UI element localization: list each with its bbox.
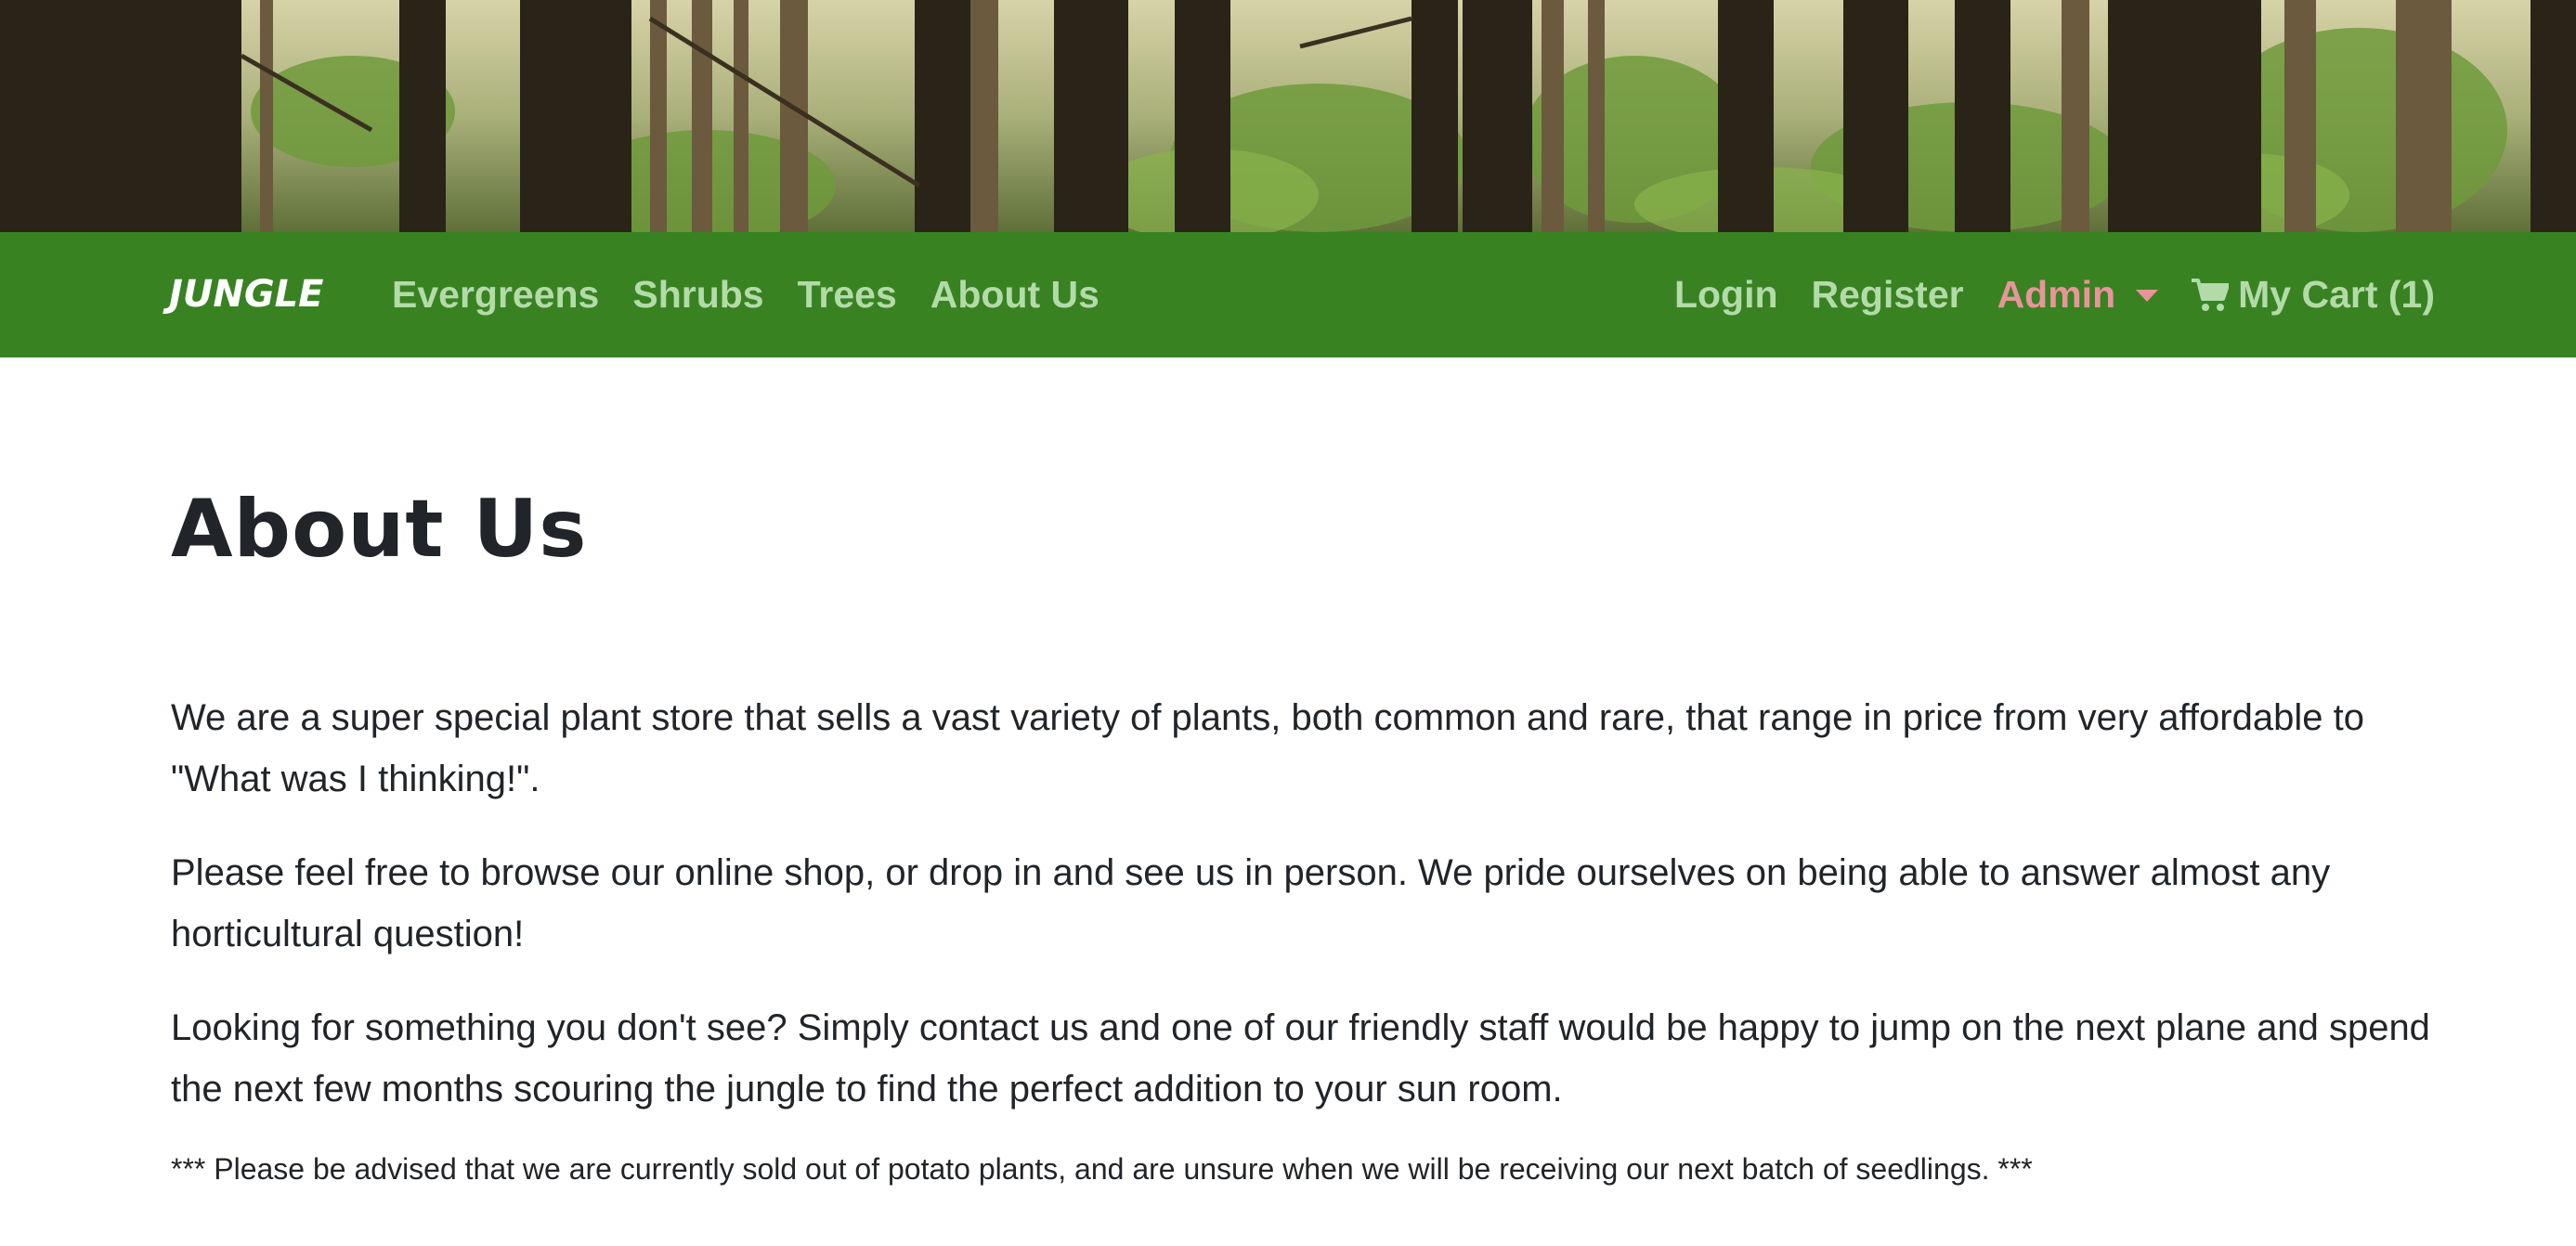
page-title: About Us bbox=[171, 483, 588, 576]
nav-link-about-us[interactable]: About Us bbox=[930, 273, 1099, 317]
about-paragraph-3: Looking for something you don't see? Sim… bbox=[171, 1007, 2430, 1110]
sold-out-notice: *** Please be advised that we are curren… bbox=[171, 1152, 2033, 1186]
about-paragraph-1: We are a super special plant store that … bbox=[171, 697, 2364, 799]
forest-banner-image bbox=[0, 0, 2576, 232]
about-us-content: About Us We are a super special plant st… bbox=[171, 357, 2437, 1220]
account-nav: Login Register Admin My Cart (1) bbox=[1641, 232, 2435, 357]
nav-link-shrubs[interactable]: Shrubs bbox=[632, 273, 763, 317]
admin-dropdown-label: Admin bbox=[1997, 273, 2116, 316]
nav-link-trees[interactable]: Trees bbox=[798, 273, 897, 317]
register-link[interactable]: Register bbox=[1812, 273, 1964, 317]
about-paragraph-2: Please feel free to browse our online sh… bbox=[171, 852, 2331, 954]
cart-label: My Cart (1) bbox=[2238, 273, 2435, 316]
nav-link-evergreens[interactable]: Evergreens bbox=[392, 273, 599, 317]
brand-logo[interactable]: JUNGLE bbox=[169, 232, 323, 357]
shopping-cart-icon bbox=[2192, 278, 2230, 311]
main-navbar: JUNGLE Evergreens Shrubs Trees About Us … bbox=[0, 232, 2576, 357]
login-link[interactable]: Login bbox=[1674, 273, 1778, 317]
caret-down-icon bbox=[2136, 290, 2159, 302]
primary-nav: Evergreens Shrubs Trees About Us bbox=[392, 232, 1133, 357]
cart-link[interactable]: My Cart (1) bbox=[2192, 273, 2435, 317]
admin-dropdown[interactable]: Admin bbox=[1997, 273, 2159, 317]
